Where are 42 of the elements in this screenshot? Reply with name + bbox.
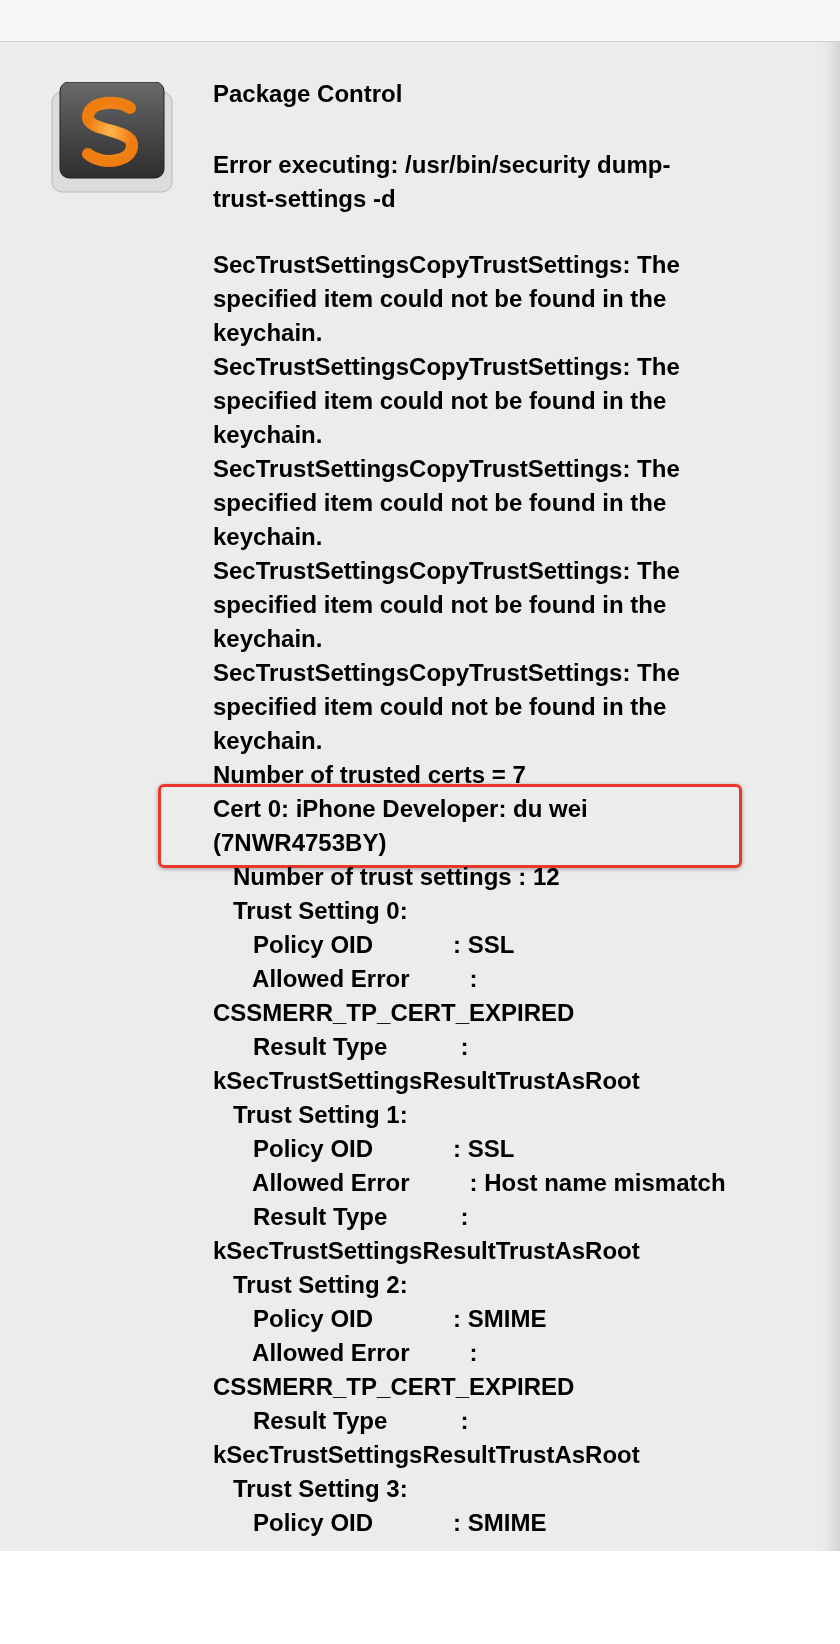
message-line: kSecTrustSettingsResultTrustAsRoot — [213, 1440, 640, 1470]
message-line: (7NWR4753BY) — [213, 828, 387, 858]
dialog-title: Package Control — [213, 79, 403, 109]
message-line: Error executing: /usr/bin/security dump- — [213, 150, 671, 180]
message-line: Cert 0: iPhone Developer: du wei — [213, 794, 588, 824]
message-line: Policy OID : SMIME — [252, 1508, 547, 1538]
message-line: keychain. — [213, 624, 323, 654]
message-line: keychain. — [213, 318, 323, 348]
message-line: keychain. — [213, 522, 323, 552]
message-line: kSecTrustSettingsResultTrustAsRoot — [213, 1236, 640, 1266]
message-line: Allowed Error : Host name mismatch — [251, 1168, 726, 1198]
app-icon — [50, 82, 174, 194]
message-line: Policy OID : SSL — [252, 930, 515, 960]
message-line: specified item could not be found in the — [213, 590, 667, 620]
message-line: Policy OID : SMIME — [252, 1304, 547, 1334]
message-line: Result Type : — [252, 1406, 469, 1436]
message-line: Result Type : — [252, 1202, 469, 1232]
message-line: specified item could not be found in the — [213, 386, 667, 416]
message-line: Allowed Error : — [251, 1338, 478, 1368]
message-line: specified item could not be found in the — [213, 692, 667, 722]
message-line: Number of trust settings : 12 — [232, 862, 560, 892]
message-line: Policy OID : SSL — [252, 1134, 515, 1164]
message-line: CSSMERR_TP_CERT_EXPIRED — [213, 998, 575, 1028]
message-line: SecTrustSettingsCopyTrustSettings: The — [213, 454, 680, 484]
message-line: CSSMERR_TP_CERT_EXPIRED — [213, 1372, 575, 1402]
message-line: specified item could not be found in the — [213, 284, 667, 314]
message-line: Result Type : — [252, 1032, 469, 1062]
message-line: specified item could not be found in the — [213, 488, 667, 518]
message-line: Trust Setting 0: — [232, 896, 408, 926]
message-line: Trust Setting 2: — [232, 1270, 408, 1300]
message-line: SecTrustSettingsCopyTrustSettings: The — [213, 658, 680, 688]
message-line: keychain. — [213, 420, 323, 450]
message-line: Trust Setting 1: — [232, 1100, 408, 1130]
message-line: keychain. — [213, 726, 323, 756]
message-line: trust-settings -d — [213, 184, 396, 214]
message-line: SecTrustSettingsCopyTrustSettings: The — [213, 250, 680, 280]
message-line: SecTrustSettingsCopyTrustSettings: The — [213, 556, 680, 586]
message-line: Number of trusted certs = 7 — [213, 760, 526, 790]
message-line: SecTrustSettingsCopyTrustSettings: The — [213, 352, 680, 382]
message-line: kSecTrustSettingsResultTrustAsRoot — [213, 1066, 640, 1096]
message-line: Allowed Error : — [251, 964, 478, 994]
message-line: Trust Setting 3: — [232, 1474, 408, 1504]
